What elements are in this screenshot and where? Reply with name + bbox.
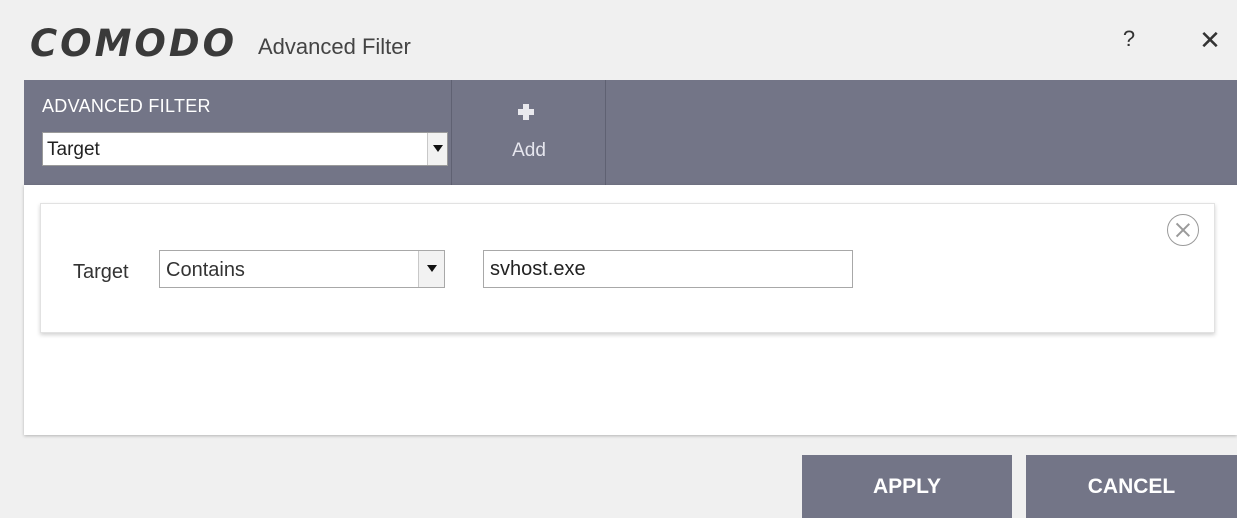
title-bar: COMODO Advanced Filter ? ✕ xyxy=(0,0,1237,80)
filter-toolbar: ADVANCED FILTER Target Add xyxy=(24,80,1237,185)
close-icon[interactable]: ✕ xyxy=(1193,24,1227,58)
plus-icon xyxy=(518,104,534,120)
advanced-filter-window: COMODO Advanced Filter ? ✕ ADVANCED FILT… xyxy=(0,0,1237,518)
condition-operator-dropdown[interactable]: Contains xyxy=(159,250,445,288)
chevron-down-icon[interactable] xyxy=(427,133,447,165)
comodo-logo: COMODO xyxy=(30,22,238,65)
remove-condition-icon[interactable] xyxy=(1167,214,1199,246)
apply-button[interactable]: APPLY xyxy=(802,455,1012,518)
add-button-label: Add xyxy=(512,140,546,161)
conditions-panel: Target Contains xyxy=(24,185,1237,435)
filter-type-dropdown[interactable]: Target xyxy=(42,132,448,166)
filter-type-section: ADVANCED FILTER Target xyxy=(24,80,452,185)
add-button[interactable]: Add xyxy=(452,80,606,185)
filter-type-value: Target xyxy=(47,139,100,160)
condition-value-input[interactable] xyxy=(483,250,853,288)
condition-card: Target Contains xyxy=(40,203,1215,333)
cancel-button[interactable]: CANCEL xyxy=(1026,455,1237,518)
condition-field-label: Target xyxy=(73,261,129,283)
advanced-filter-heading: ADVANCED FILTER xyxy=(42,96,211,116)
chevron-down-icon[interactable] xyxy=(418,251,444,287)
help-icon[interactable]: ? xyxy=(1116,26,1142,56)
condition-operator-value: Contains xyxy=(166,259,245,281)
window-title: Advanced Filter xyxy=(258,34,411,59)
